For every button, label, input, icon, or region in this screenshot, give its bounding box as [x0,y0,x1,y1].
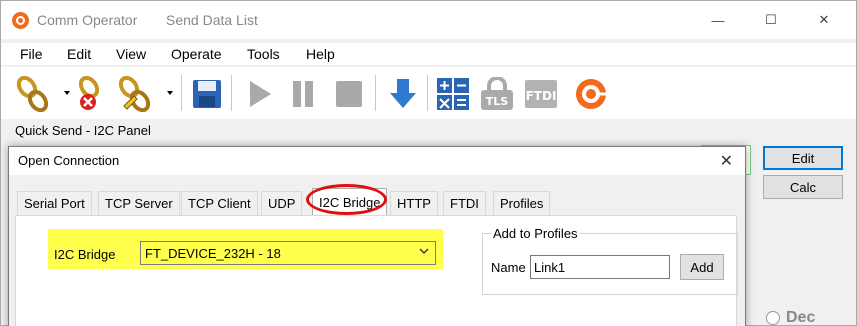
connect-chain-icon[interactable] [15,75,51,113]
radio-circle-icon [766,311,780,325]
tab-udp[interactable]: UDP [261,191,303,215]
calculator-icon[interactable] [435,75,471,113]
edit-chain-icon[interactable] [117,75,153,113]
document-title: Send Data List [166,12,258,28]
toolbar: TLS FTDI [1,67,856,119]
tab-serial-port[interactable]: Serial Port [17,191,92,215]
calc-button[interactable]: Calc [763,175,843,199]
add-to-profiles-title: Add to Profiles [491,226,580,241]
ftdi-icon[interactable]: FTDI [523,75,559,113]
menu-bar: File Edit View Operate Tools Help [1,43,856,65]
i2c-bridge-label: I2C Bridge [54,247,116,262]
toolbar-separator [427,75,428,111]
tab-i2c-bridge[interactable]: I2C Bridge [312,188,388,215]
toolbar-separator [231,75,232,111]
profile-name-label: Name [491,260,526,275]
dialog-title: Open Connection [18,153,120,168]
save-disk-icon[interactable] [189,75,225,113]
open-connection-dialog: Open Connection ✕ Serial Port TCP Server… [8,146,746,326]
toolbar-separator [181,75,182,111]
play-icon[interactable] [241,75,277,113]
close-button[interactable]: ✕ [801,1,847,39]
toolbar-separator [375,75,376,111]
menu-operate[interactable]: Operate [171,46,222,62]
tab-tcp-server[interactable]: TCP Server [98,191,180,215]
add-profile-button[interactable]: Add [680,254,724,280]
menu-file[interactable]: File [20,46,43,62]
disconnect-chain-icon[interactable] [75,75,111,113]
connect-dropdown-icon[interactable] [64,91,70,95]
ftdi-label: FTDI [526,89,557,103]
pause-icon[interactable] [285,75,321,113]
edit-dropdown-icon[interactable] [167,91,173,95]
tls-lock-icon[interactable]: TLS [479,75,515,113]
tab-tcp-client[interactable]: TCP Client [181,191,258,215]
quick-send-panel-label: Quick Send - I2C Panel [15,123,151,138]
dec-radio-label: Dec [786,309,816,326]
tab-profiles[interactable]: Profiles [493,191,551,215]
download-arrow-icon[interactable] [385,75,421,113]
stop-icon[interactable] [331,75,367,113]
tab-http[interactable]: HTTP [390,191,438,215]
dec-radio[interactable]: Dec [766,309,815,326]
comm-operator-logo-icon[interactable] [573,75,609,113]
add-to-profiles-group: Add to Profiles Name Link1 Add [482,226,738,295]
tls-label: TLS [486,95,509,108]
chevron-down-icon [419,246,429,259]
title-bar: Comm Operator Send Data List — ☐ ✕ [1,1,856,39]
edit-button[interactable]: Edit [763,146,843,170]
i2c-bridge-select[interactable]: FT_DEVICE_232H - 18 [140,241,436,265]
minimize-button[interactable]: — [695,1,741,39]
maximize-button[interactable]: ☐ [748,1,794,39]
menu-edit[interactable]: Edit [67,46,91,62]
profile-name-input[interactable]: Link1 [530,255,670,279]
dialog-title-bar: Open Connection ✕ [9,147,745,175]
menu-view[interactable]: View [116,46,146,62]
dialog-close-button[interactable]: ✕ [720,151,733,171]
i2c-bridge-value: FT_DEVICE_232H - 18 [145,245,281,261]
tab-ftdi[interactable]: FTDI [443,191,486,215]
menu-help[interactable]: Help [306,46,335,62]
app-logo-icon [11,11,30,30]
menu-tools[interactable]: Tools [247,46,280,62]
app-title: Comm Operator [37,12,138,28]
